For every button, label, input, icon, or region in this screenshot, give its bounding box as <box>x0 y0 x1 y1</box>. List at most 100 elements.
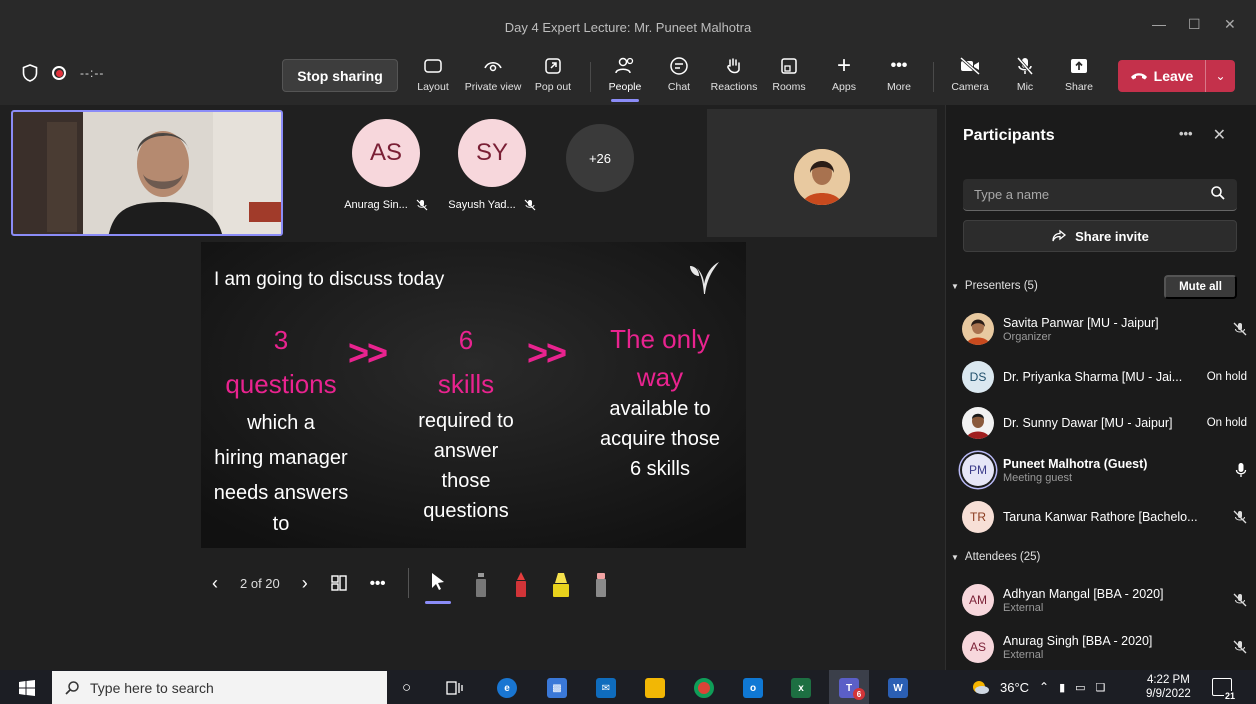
slide-controls-divider <box>407 568 409 598</box>
share-button[interactable]: Share <box>1051 54 1107 100</box>
close-panel-icon[interactable]: ✕ <box>1213 125 1226 145</box>
slide-controls: ‹ 2 of 20 › ••• <box>212 566 631 604</box>
more-participants-badge[interactable]: +26 <box>566 124 634 192</box>
maximize-icon[interactable]: ☐ <box>1188 16 1201 33</box>
share-invite-icon <box>1052 229 1067 242</box>
participant-video-tile[interactable] <box>707 109 937 237</box>
next-slide-icon[interactable]: › <box>302 573 308 594</box>
file-explorer-icon[interactable] <box>645 678 665 698</box>
weather-icon[interactable] <box>970 679 990 695</box>
search-icon[interactable] <box>1210 185 1226 201</box>
leave-button[interactable]: Leave <box>1118 68 1205 84</box>
panel-more-icon[interactable]: ••• <box>1179 125 1193 145</box>
layout-button[interactable]: Layout <box>405 54 461 100</box>
mic-off-icon <box>1225 640 1247 654</box>
stop-sharing-button[interactable]: Stop sharing <box>282 59 398 92</box>
meeting-timer: --:-- <box>80 66 105 80</box>
avatar: PM <box>962 454 994 486</box>
mail-icon[interactable]: ✉ <box>596 678 616 698</box>
slide-intro-text: I am going to discuss today <box>214 269 445 290</box>
pen-gray-icon[interactable] <box>471 569 491 597</box>
slide-grid-icon[interactable] <box>330 574 348 592</box>
leave-button-group: Leave ⌄ <box>1118 60 1235 92</box>
more-button[interactable]: ••• More <box>871 54 927 100</box>
presenters-section-toggle[interactable]: ▼ Presenters (5) <box>951 280 1038 292</box>
mic-off-icon <box>416 199 428 211</box>
previous-slide-icon[interactable]: ‹ <box>212 573 218 594</box>
participant-tile-name: Sayush Yad... <box>447 199 537 211</box>
participant-row[interactable]: AM Adhyan Mangal [BBA - 2020] External <box>962 578 1247 622</box>
camera-off-icon <box>959 54 981 78</box>
word-icon[interactable]: W <box>888 678 908 698</box>
highlighter-yellow-icon[interactable] <box>551 569 571 597</box>
participant-row[interactable]: PM Puneet Malhotra (Guest) Meeting guest <box>962 448 1247 492</box>
participant-tile[interactable]: SY Sayush Yad... <box>447 119 537 211</box>
leave-options-chevron-icon[interactable]: ⌄ <box>1205 60 1235 92</box>
toolbar-divider <box>933 62 934 92</box>
share-invite-button[interactable]: Share invite <box>963 220 1237 252</box>
participant-role: External <box>1003 601 1044 614</box>
caret-down-icon: ▼ <box>951 281 959 291</box>
taskbar-clock[interactable]: 4:22 PM 9/9/2022 <box>1146 673 1191 701</box>
participant-status: On hold <box>1206 417 1247 429</box>
system-tray: 36°C ⌃ ▮ ▭ ❑ <box>970 670 1105 704</box>
participant-role: Organizer <box>1003 330 1052 343</box>
slide-column-skills: 6 skills required to answer those questi… <box>418 325 514 522</box>
participant-name: Dr. Priyanka Sharma [MU - Jai... <box>1003 370 1183 384</box>
participant-row[interactable]: AS Anurag Singh [BBA - 2020] External <box>962 625 1247 669</box>
mic-off-icon <box>1015 54 1035 78</box>
participant-search-input[interactable] <box>963 179 1193 209</box>
teams-meeting-window: Day 4 Expert Lecture: Mr. Puneet Malhotr… <box>0 0 1256 704</box>
avatar: AS <box>352 119 420 187</box>
mic-on-icon <box>1225 462 1247 478</box>
participant-status: On hold <box>1206 371 1247 383</box>
participant-row[interactable]: Savita Panwar [MU - Jaipur] Organizer <box>962 307 1247 351</box>
eraser-icon[interactable] <box>591 569 611 597</box>
chrome-icon[interactable] <box>694 678 714 698</box>
slide-page-indicator: 2 of 20 <box>240 575 280 591</box>
presenter-video[interactable] <box>11 110 283 236</box>
windows-start-icon[interactable] <box>19 680 35 696</box>
rooms-button[interactable]: Rooms <box>761 54 817 100</box>
chat-icon <box>669 54 689 78</box>
battery-icon[interactable]: ▭ <box>1075 681 1085 694</box>
share-icon <box>1069 54 1089 78</box>
volume-icon[interactable]: ❑ <box>1096 681 1106 694</box>
store-icon[interactable]: ▩ <box>547 678 567 698</box>
pop-out-button[interactable]: Pop out <box>525 54 581 100</box>
taskbar-search-box[interactable]: Type here to search <box>52 671 387 704</box>
participant-row[interactable]: TR Taruna Kanwar Rathore [Bachelo... <box>962 495 1247 539</box>
participant-tile[interactable]: AS Anurag Sin... <box>341 119 431 211</box>
slide-more-icon[interactable]: ••• <box>370 575 386 592</box>
cortana-icon[interactable]: ○ <box>402 679 411 696</box>
more-icon: ••• <box>890 57 908 74</box>
search-icon <box>65 680 79 695</box>
task-view-icon[interactable] <box>446 680 464 696</box>
reactions-button[interactable]: Reactions <box>706 54 762 100</box>
close-window-icon[interactable]: ✕ <box>1224 16 1236 33</box>
shield-icon[interactable] <box>22 64 38 82</box>
excel-icon[interactable]: x <box>791 678 811 698</box>
participant-tile-name: Anurag Sin... <box>341 199 431 211</box>
mute-all-button[interactable]: Mute all <box>1164 275 1237 299</box>
slide-column-questions: 3 questions which a hiring manager needs… <box>213 325 349 535</box>
camera-button[interactable]: Camera <box>942 54 998 100</box>
outlook-icon[interactable]: o <box>743 678 763 698</box>
mic-button[interactable]: Mic <box>997 54 1053 100</box>
edge-icon[interactable]: e <box>497 678 517 698</box>
minimize-icon[interactable]: — <box>1152 16 1166 32</box>
participant-row[interactable]: Dr. Sunny Dawar [MU - Jaipur] On hold <box>962 401 1247 445</box>
notifications-icon[interactable]: 21 <box>1212 678 1236 701</box>
attendees-section-toggle[interactable]: ▼ Attendees (25) <box>951 551 1040 563</box>
apps-button[interactable]: + Apps <box>816 54 872 100</box>
panel-title: Participants <box>963 127 1055 144</box>
participant-row[interactable]: DS Dr. Priyanka Sharma [MU - Jai... On h… <box>962 355 1247 399</box>
people-button[interactable]: People <box>597 54 653 102</box>
pen-red-icon[interactable] <box>511 569 531 597</box>
leaf-logo-icon <box>690 262 719 294</box>
chat-button[interactable]: Chat <box>651 54 707 100</box>
usb-icon[interactable]: ▮ <box>1059 681 1065 694</box>
tray-chevron-icon[interactable]: ⌃ <box>1039 680 1049 694</box>
laser-pointer-icon[interactable] <box>424 571 451 604</box>
private-view-button[interactable]: Private view <box>465 54 521 100</box>
